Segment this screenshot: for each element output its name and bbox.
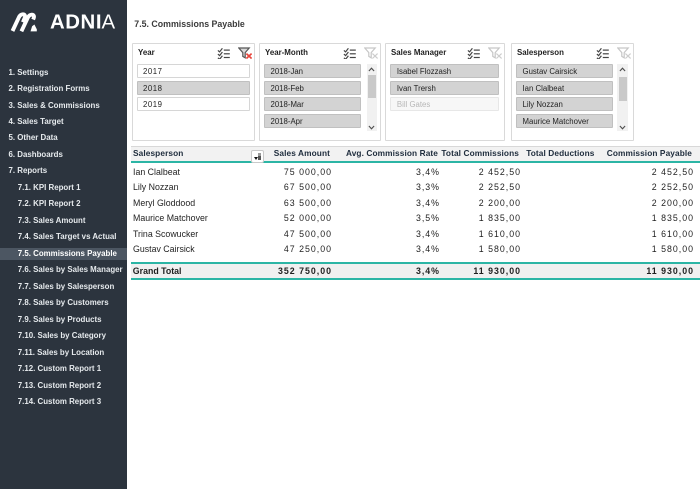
svg-text:A: A: [102, 12, 116, 34]
svg-text:ADNI: ADNI: [50, 12, 102, 34]
